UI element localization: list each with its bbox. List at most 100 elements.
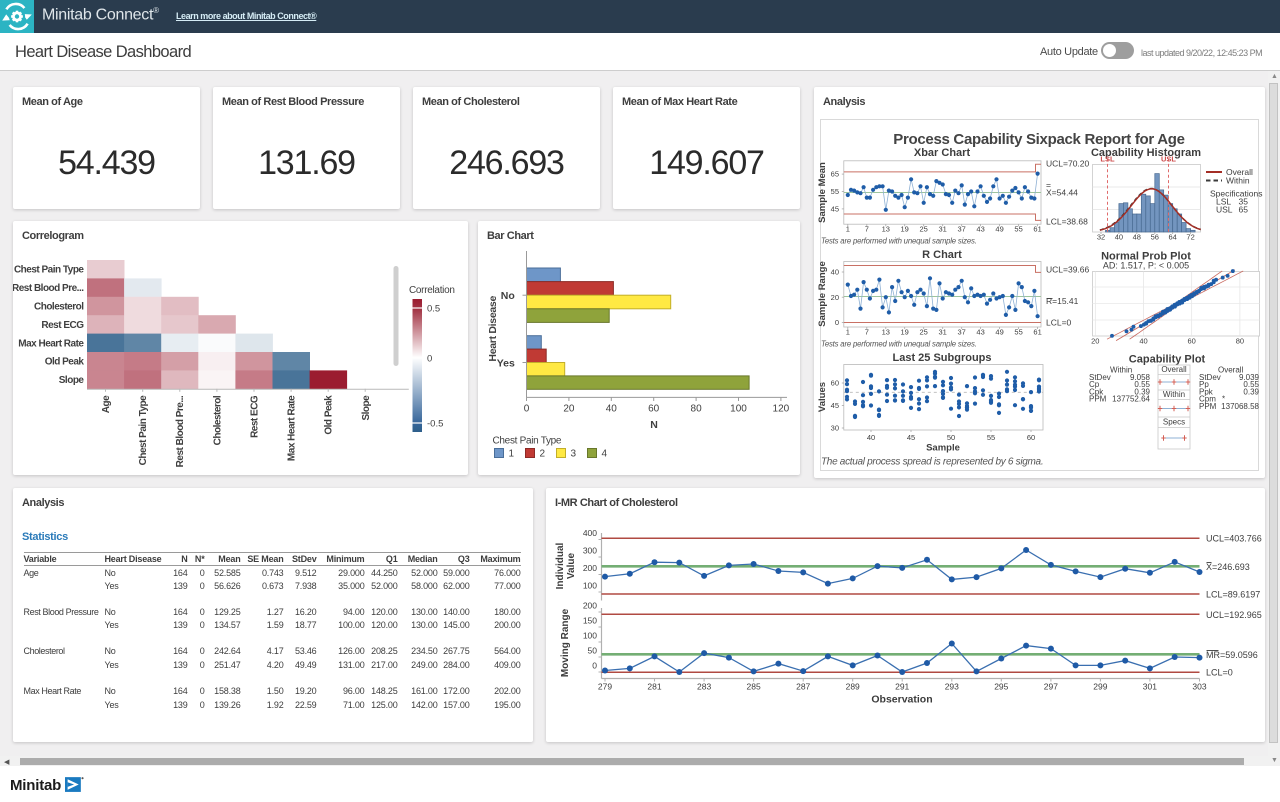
svg-text:2: 2 (540, 449, 546, 460)
svg-text:0: 0 (524, 404, 530, 415)
svg-text:X=54.44: X=54.44 (1046, 188, 1078, 198)
svg-text:Chest Pain Type: Chest Pain Type (493, 436, 562, 447)
svg-text:Old Peak: Old Peak (324, 395, 335, 435)
svg-text:Age: Age (101, 395, 112, 413)
svg-text:Value: Value (566, 553, 577, 580)
svg-text:0: 0 (835, 318, 839, 327)
svg-text:289: 289 (846, 682, 860, 692)
svg-text:40: 40 (831, 268, 839, 277)
svg-text:20: 20 (1091, 337, 1099, 346)
svg-text:Within: Within (1226, 176, 1250, 186)
svg-text:60: 60 (1188, 337, 1196, 346)
svg-text:UCL=192.965: UCL=192.965 (1206, 610, 1262, 620)
svg-text:Rest Blood Pre...: Rest Blood Pre... (175, 395, 186, 467)
svg-text:Overall: Overall (1161, 365, 1187, 374)
svg-text:45: 45 (831, 204, 839, 213)
svg-text:0.39: 0.39 (1243, 387, 1259, 396)
svg-text:Heart Disease: Heart Disease (487, 296, 499, 362)
svg-text:LCL=89.6197: LCL=89.6197 (1206, 590, 1260, 600)
svg-text:293: 293 (945, 682, 959, 692)
svg-text:Max Heart Rate: Max Heart Rate (18, 338, 84, 349)
svg-text:Capability Plot: Capability Plot (1129, 354, 1206, 366)
svg-text:Sample: Sample (926, 443, 960, 454)
svg-text:AD: 1.517, P: < 0.005: AD: 1.517, P: < 0.005 (1103, 261, 1189, 271)
svg-text:60: 60 (1027, 433, 1035, 442)
svg-text:Slope: Slope (361, 395, 372, 421)
svg-text:100: 100 (583, 581, 597, 591)
svg-text:1: 1 (509, 449, 515, 460)
svg-text:287: 287 (796, 682, 810, 692)
svg-text:Sample Range: Sample Range (817, 261, 828, 326)
svg-text:Individual: Individual (555, 542, 566, 589)
svg-text:137068.58: 137068.58 (1221, 402, 1259, 411)
svg-text:N: N (650, 419, 658, 431)
svg-text:45: 45 (831, 401, 839, 410)
svg-text:LCL=38.68: LCL=38.68 (1046, 217, 1088, 227)
svg-text:UCL=39.66: UCL=39.66 (1046, 265, 1090, 275)
svg-text:283: 283 (697, 682, 711, 692)
svg-text:301: 301 (1143, 682, 1157, 692)
svg-text:303: 303 (1192, 682, 1206, 692)
svg-text:LCL=0: LCL=0 (1046, 318, 1072, 328)
svg-text:Max Heart Rate: Max Heart Rate (287, 395, 298, 461)
svg-text:0.5: 0.5 (427, 304, 440, 315)
svg-text:0: 0 (592, 661, 597, 671)
svg-text:40: 40 (1139, 337, 1147, 346)
svg-text:Chest Pain Type: Chest Pain Type (138, 395, 149, 465)
svg-text:Cholesterol: Cholesterol (212, 395, 223, 445)
svg-text:100: 100 (730, 404, 747, 415)
svg-text:50: 50 (588, 646, 598, 656)
svg-text:297: 297 (1044, 682, 1058, 692)
svg-text:Tests are performed with unequ: Tests are performed with unequal sample … (821, 340, 977, 349)
svg-text:Within: Within (1110, 366, 1132, 375)
svg-text:55: 55 (987, 433, 995, 442)
svg-text:200: 200 (583, 601, 597, 611)
svg-text:45: 45 (907, 433, 915, 442)
svg-text:80: 80 (691, 404, 703, 415)
svg-text:USL: USL (1216, 205, 1233, 215)
svg-text:MR=59.0596: MR=59.0596 (1206, 650, 1258, 660)
svg-text:Tests are performed with unequ: Tests are performed with unequal sample … (821, 237, 977, 246)
svg-text:300: 300 (583, 546, 597, 556)
svg-text:30: 30 (831, 424, 839, 433)
svg-text:R Chart: R Chart (922, 249, 962, 261)
svg-text:Sample Mean: Sample Mean (817, 162, 828, 223)
svg-text:Within: Within (1163, 390, 1185, 399)
svg-text:Chest Pain Type: Chest Pain Type (14, 265, 84, 276)
svg-text:40: 40 (606, 404, 618, 415)
svg-text:Slope: Slope (59, 375, 85, 386)
svg-text:UCL=403.766: UCL=403.766 (1206, 533, 1262, 543)
svg-text:65: 65 (1239, 205, 1249, 215)
svg-text:100: 100 (583, 631, 597, 641)
svg-text:X=246.693: X=246.693 (1206, 562, 1250, 572)
svg-text:20: 20 (563, 404, 575, 415)
svg-text:200: 200 (583, 563, 597, 573)
svg-text:137752.64: 137752.64 (1112, 395, 1150, 404)
svg-text:291: 291 (895, 682, 909, 692)
svg-text:Yes: Yes (497, 357, 515, 369)
svg-text:65: 65 (831, 170, 839, 179)
svg-text:Rest Blood Pre...: Rest Blood Pre... (13, 283, 84, 294)
svg-text:The actual process spread is r: The actual process spread is represented… (821, 457, 1043, 468)
svg-text:60: 60 (648, 404, 660, 415)
svg-text:Moving Range: Moving Range (560, 608, 571, 677)
svg-text:80: 80 (1236, 337, 1244, 346)
svg-text:Old Peak: Old Peak (45, 357, 85, 368)
svg-text:285: 285 (747, 682, 761, 692)
svg-text:-0.5: -0.5 (427, 419, 443, 430)
svg-text:Last 25 Subgroups: Last 25 Subgroups (892, 352, 991, 364)
svg-text:Observation: Observation (871, 694, 932, 706)
svg-text:279: 279 (598, 682, 612, 692)
svg-text:0: 0 (427, 354, 432, 365)
svg-text:Specs: Specs (1163, 418, 1185, 427)
svg-text:LCL=0: LCL=0 (1206, 668, 1233, 678)
svg-text:PPM: PPM (1089, 395, 1107, 404)
svg-text:PPM: PPM (1199, 402, 1217, 411)
svg-text:299: 299 (1093, 682, 1107, 692)
svg-text:Rest ECG: Rest ECG (250, 395, 261, 438)
svg-text:Correlation: Correlation (409, 285, 455, 296)
svg-text:50: 50 (947, 433, 955, 442)
svg-text:3: 3 (571, 449, 577, 460)
svg-text:4: 4 (602, 449, 608, 460)
svg-text:Rest ECG: Rest ECG (41, 320, 84, 331)
